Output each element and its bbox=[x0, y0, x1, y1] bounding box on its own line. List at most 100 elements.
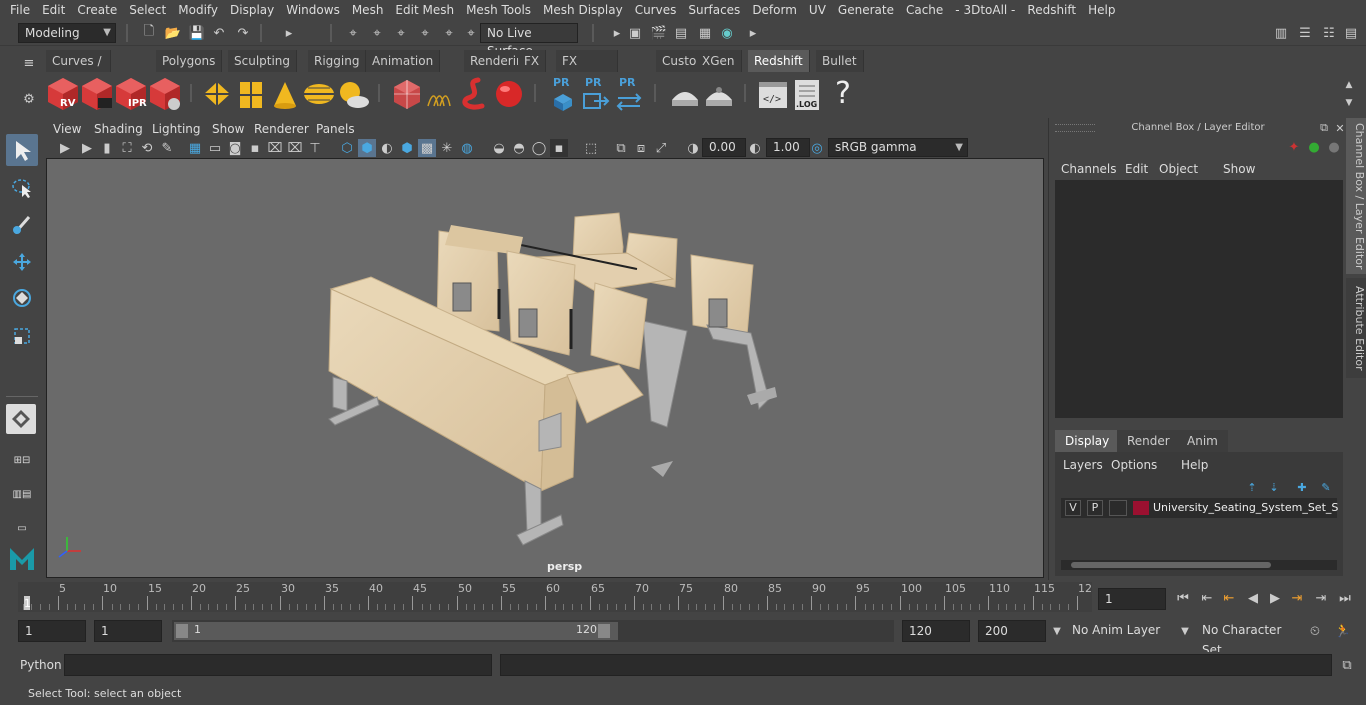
menu-redshift[interactable]: Redshift bbox=[1021, 0, 1082, 20]
menu-mesh[interactable]: Mesh bbox=[346, 0, 390, 20]
shelf-tab-sculpting[interactable]: Sculpting bbox=[228, 50, 298, 72]
snap-projected-icon[interactable]: ⌖ bbox=[416, 24, 434, 42]
textured-icon[interactable]: ▩ bbox=[418, 139, 436, 157]
render-settings-icon[interactable]: ▦ bbox=[696, 24, 714, 42]
render-rv-button[interactable]: RV bbox=[46, 76, 80, 112]
playback-start-field[interactable]: 1 bbox=[94, 620, 162, 642]
bake-icon[interactable] bbox=[668, 76, 702, 112]
color-space-dropdown[interactable]: sRGB gamma ▼ bbox=[828, 138, 968, 157]
channel-menu-edit[interactable]: Edit bbox=[1125, 162, 1148, 176]
step-forward-frame-icon[interactable]: ⇥ bbox=[1288, 589, 1306, 607]
layer-visibility-toggle[interactable]: V bbox=[1065, 500, 1081, 516]
step-back-key-icon[interactable]: ⇤ bbox=[1198, 589, 1216, 607]
shelf-scroll-up-icon[interactable]: ▲ bbox=[1340, 76, 1358, 94]
shelf-tab-animation[interactable]: Animation bbox=[366, 50, 441, 72]
menu-help[interactable]: Help bbox=[1082, 0, 1121, 20]
gamma-field[interactable]: 1.00 bbox=[766, 138, 810, 157]
safe-action-icon[interactable]: ⌧ bbox=[286, 139, 304, 157]
layer-menu-help[interactable]: Help bbox=[1181, 458, 1208, 472]
wireframe-icon[interactable]: ⬡ bbox=[338, 139, 356, 157]
menu-edit[interactable]: Edit bbox=[36, 0, 71, 20]
pr-import-icon[interactable]: PR bbox=[612, 76, 646, 112]
viewport-menu-lighting[interactable]: Lighting bbox=[152, 120, 201, 138]
render-ipr-button[interactable]: IPR bbox=[114, 76, 148, 112]
camera-attr-icon[interactable]: ▶ bbox=[78, 139, 96, 157]
char-set-arrow-icon[interactable]: ▼ bbox=[1176, 622, 1194, 640]
anim-layer-arrow-icon[interactable]: ▼ bbox=[1048, 622, 1066, 640]
smooth-shade-icon[interactable]: ⬢ bbox=[358, 139, 376, 157]
redshift-sun-sky-icon[interactable] bbox=[336, 76, 370, 112]
shelf-tab-fx-caching[interactable]: FX Caching bbox=[556, 50, 618, 90]
layout-two-icon[interactable]: ▥▤ bbox=[6, 478, 38, 510]
shelf-settings-icon[interactable]: ⚙ bbox=[20, 90, 38, 108]
arrow-icon[interactable]: ▸ bbox=[280, 24, 298, 42]
bookmark-icon[interactable]: ▮ bbox=[98, 139, 116, 157]
viewport-menu-show[interactable]: Show bbox=[212, 120, 244, 138]
viewport-menu-shading[interactable]: Shading bbox=[94, 120, 143, 138]
field-chart-icon[interactable]: ⌧ bbox=[266, 139, 284, 157]
layer-down-icon[interactable]: ⇣ bbox=[1265, 478, 1283, 496]
move-tool-icon[interactable] bbox=[6, 246, 38, 278]
go-to-end-icon[interactable]: ⏭ bbox=[1336, 589, 1354, 607]
redshift-hair-icon[interactable] bbox=[424, 76, 458, 112]
camera-select-icon[interactable]: ▶ bbox=[56, 139, 74, 157]
menu-mesh-tools[interactable]: Mesh Tools bbox=[460, 0, 537, 20]
menu-create[interactable]: Create bbox=[71, 0, 123, 20]
manipulator-icon[interactable]: ✦ bbox=[1285, 138, 1303, 156]
snap-point-icon[interactable]: ⌖ bbox=[392, 24, 410, 42]
redshift-proxy-icon[interactable] bbox=[390, 76, 424, 112]
render-icon[interactable]: 🎬 bbox=[650, 24, 668, 42]
film-gate-icon[interactable]: ▭ bbox=[206, 139, 224, 157]
undo-icon[interactable]: ↶ bbox=[210, 24, 228, 42]
shelf-tab-fx[interactable]: FX bbox=[518, 50, 547, 72]
viewport-menu-renderer[interactable]: Renderer bbox=[254, 120, 309, 138]
slow-icon[interactable]: ● bbox=[1325, 138, 1343, 156]
shelf-tab-bullet[interactable]: Bullet bbox=[816, 50, 864, 72]
channel-menu-object[interactable]: Object bbox=[1159, 162, 1198, 176]
layer-tab-anim[interactable]: Anim bbox=[1177, 430, 1228, 452]
log-icon[interactable]: .LOG bbox=[790, 76, 824, 112]
shelf-tab-rigging[interactable]: Rigging bbox=[308, 50, 367, 72]
time-slider[interactable]: 5 10 15 20 25 30 35 40 45 50 55 60 65 70 75 80 85 90 95 100… bbox=[18, 582, 1092, 612]
go-to-start-icon[interactable]: ⏮ bbox=[1174, 589, 1192, 607]
snap-grid-icon[interactable]: ⌖ bbox=[344, 24, 362, 42]
range-slider[interactable]: 1 120 bbox=[172, 620, 894, 642]
viewport-menu-panels[interactable]: Panels bbox=[316, 120, 355, 138]
isolate-select-icon[interactable]: ⬚ bbox=[582, 139, 600, 157]
menu-mesh-display[interactable]: Mesh Display bbox=[537, 0, 629, 20]
menu-curves[interactable]: Curves bbox=[629, 0, 683, 20]
lasso-tool-icon[interactable] bbox=[6, 172, 38, 204]
twod-pan-icon[interactable]: ⟲ bbox=[138, 139, 156, 157]
menu-windows[interactable]: Windows bbox=[280, 0, 346, 20]
layer-menu-layers[interactable]: Layers bbox=[1063, 458, 1103, 472]
default-material-icon[interactable]: ◐ bbox=[378, 139, 396, 157]
current-frame-field[interactable]: 1 bbox=[1098, 588, 1166, 610]
redshift-sphere-icon[interactable] bbox=[492, 76, 526, 112]
shelf-scroll-down-icon[interactable]: ▼ bbox=[1340, 94, 1358, 112]
gamma-value-icon[interactable]: ◐ bbox=[746, 139, 764, 157]
layout-single-icon[interactable]: ▭ bbox=[6, 512, 38, 544]
attribute-editor-side-tab[interactable]: Attribute Editor bbox=[1346, 278, 1366, 378]
exposure-icon[interactable]: ◑ bbox=[684, 139, 702, 157]
menu-generate[interactable]: Generate bbox=[832, 0, 900, 20]
layer-up-icon[interactable]: ⇡ bbox=[1243, 478, 1261, 496]
menu-select[interactable]: Select bbox=[123, 0, 172, 20]
wireframe-on-shaded-icon[interactable]: ⬢ bbox=[398, 139, 416, 157]
pr-export-icon[interactable]: PR bbox=[578, 76, 612, 112]
menu-file[interactable]: File bbox=[4, 0, 36, 20]
character-set-dropdown[interactable]: No Character Set bbox=[1196, 620, 1300, 657]
hypershade-icon[interactable]: ◉ bbox=[718, 24, 736, 42]
arrow-icon-3[interactable]: ▸ bbox=[744, 24, 762, 42]
layer-tab-render[interactable]: Render bbox=[1117, 430, 1180, 452]
snap-curve-icon[interactable]: ⌖ bbox=[368, 24, 386, 42]
channel-list[interactable] bbox=[1055, 180, 1343, 418]
render-batch-button[interactable] bbox=[80, 76, 114, 112]
menu-3dtoall[interactable]: - 3DtoAll - bbox=[949, 0, 1021, 20]
speed-icon[interactable]: ● bbox=[1305, 138, 1323, 156]
new-layer-selected-icon[interactable]: ✎ bbox=[1317, 478, 1335, 496]
help-icon[interactable]: ? bbox=[826, 76, 860, 112]
command-input[interactable] bbox=[64, 654, 492, 676]
redo-icon[interactable]: ↷ bbox=[234, 24, 252, 42]
xray-joints-icon[interactable]: ◯ bbox=[530, 139, 548, 157]
bake-settings-icon[interactable] bbox=[702, 76, 736, 112]
